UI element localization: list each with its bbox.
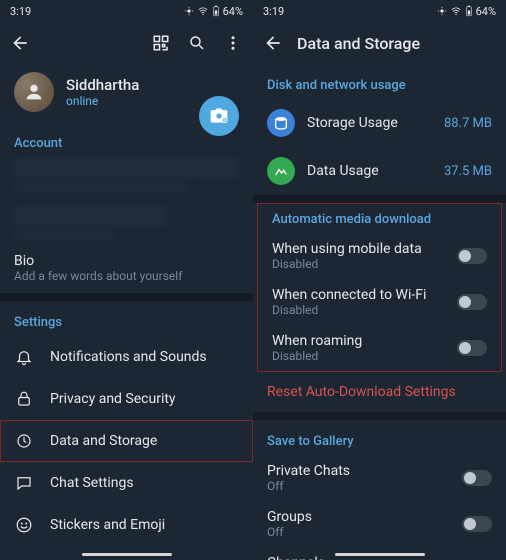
toggle-sub: Disabled (272, 303, 447, 317)
nav-handle[interactable] (82, 553, 172, 556)
auto-header: Automatic media download (258, 204, 501, 233)
redacted-phone-sub (14, 183, 191, 193)
bio-title: Bio (14, 253, 239, 269)
app-bar (0, 22, 253, 64)
profile-name: Siddhartha (66, 76, 139, 94)
settings-header: Settings (0, 301, 253, 336)
divider (0, 293, 253, 301)
settings-main-screen: 3:19 64% Siddhartha (0, 0, 253, 560)
list-label: Notifications and Sounds (50, 349, 239, 365)
wifi-icon (197, 6, 209, 16)
toggle-switch[interactable] (457, 294, 487, 310)
nav-handle[interactable] (335, 553, 425, 556)
gallery-private-row[interactable]: Private Chats Off (253, 455, 506, 501)
toggle-switch[interactable] (462, 516, 492, 532)
toggle-title: Private Chats (267, 463, 452, 479)
settings-item-data-storage[interactable]: Data and Storage (0, 420, 253, 462)
auto-wifi-row[interactable]: When connected to Wi-Fi Disabled (258, 279, 501, 325)
toggle-title: When using mobile data (272, 241, 447, 257)
toggle-sub: Off (267, 479, 452, 493)
status-battery: 64% (223, 5, 243, 18)
chat-icon (14, 473, 34, 493)
toggle-switch[interactable] (462, 470, 492, 486)
toggle-sub: Disabled (272, 349, 447, 363)
storage-label: Storage Usage (307, 115, 432, 131)
data-storage-screen: 3:19 64% Data and Storage Disk and netwo… (253, 0, 506, 560)
bell-icon (14, 347, 34, 367)
storage-usage-row[interactable]: Storage Usage 88.7 MB (253, 99, 506, 147)
status-time: 3:19 (263, 5, 284, 18)
reset-auto-download[interactable]: Reset Auto-Download Settings (253, 372, 506, 412)
status-bar: 3:19 64% (253, 0, 506, 22)
toggle-title: Groups (267, 509, 452, 525)
auto-roaming-row[interactable]: When roaming Disabled (258, 325, 501, 371)
settings-item-notifications[interactable]: Notifications and Sounds (0, 336, 253, 378)
location-icon (437, 6, 447, 16)
toggle-sub: Off (267, 525, 452, 539)
redacted-username (14, 207, 166, 225)
battery-icon (465, 5, 473, 17)
list-label: Stickers and Emoji (50, 517, 239, 533)
avatar (14, 72, 54, 112)
status-time: 3:19 (10, 5, 31, 18)
database-icon (14, 431, 34, 451)
lock-icon (14, 389, 34, 409)
redacted-phone (14, 159, 239, 177)
bio-field[interactable]: Bio Add a few words about yourself (0, 247, 253, 293)
more-button[interactable] (223, 33, 243, 53)
redacted-username-sub (14, 231, 115, 241)
data-icon (267, 157, 295, 185)
settings-item-chat[interactable]: Chat Settings (0, 462, 253, 504)
list-label: Chat Settings (50, 475, 239, 491)
status-battery: 64% (476, 5, 496, 18)
disk-header: Disk and network usage (253, 64, 506, 99)
data-label: Data Usage (307, 163, 432, 179)
divider (253, 195, 506, 203)
profile-header[interactable]: Siddhartha online (0, 64, 253, 122)
battery-icon (212, 5, 220, 17)
back-button[interactable] (263, 33, 283, 53)
storage-icon (267, 109, 295, 137)
location-icon (184, 6, 194, 16)
app-bar: Data and Storage (253, 22, 506, 64)
set-photo-button[interactable] (199, 96, 239, 136)
data-usage-row[interactable]: Data Usage 37.5 MB (253, 147, 506, 195)
status-bar: 3:19 64% (0, 0, 253, 22)
toggle-switch[interactable] (457, 248, 487, 264)
storage-value: 88.7 MB (444, 116, 492, 131)
wifi-icon (450, 6, 462, 16)
settings-item-stickers[interactable]: Stickers and Emoji (0, 504, 253, 546)
list-label: Privacy and Security (50, 391, 239, 407)
auto-mobile-row[interactable]: When using mobile data Disabled (258, 233, 501, 279)
data-value: 37.5 MB (444, 164, 492, 179)
qr-button[interactable] (151, 33, 171, 53)
toggle-title: When roaming (272, 333, 447, 349)
smile-icon (14, 515, 34, 535)
profile-status: online (66, 94, 139, 108)
toggle-switch[interactable] (457, 340, 487, 356)
search-button[interactable] (187, 33, 207, 53)
page-title: Data and Storage (297, 34, 496, 53)
back-button[interactable] (10, 33, 30, 53)
divider (253, 412, 506, 420)
gallery-header: Save to Gallery (253, 420, 506, 455)
gallery-groups-row[interactable]: Groups Off (253, 501, 506, 547)
settings-list: Notifications and Sounds Privacy and Sec… (0, 336, 253, 560)
toggle-sub: Disabled (272, 257, 447, 271)
auto-download-section: Automatic media download When using mobi… (257, 203, 502, 372)
settings-item-privacy[interactable]: Privacy and Security (0, 378, 253, 420)
bio-sub: Add a few words about yourself (14, 269, 239, 283)
list-label: Data and Storage (50, 433, 239, 449)
toggle-title: When connected to Wi-Fi (272, 287, 447, 303)
